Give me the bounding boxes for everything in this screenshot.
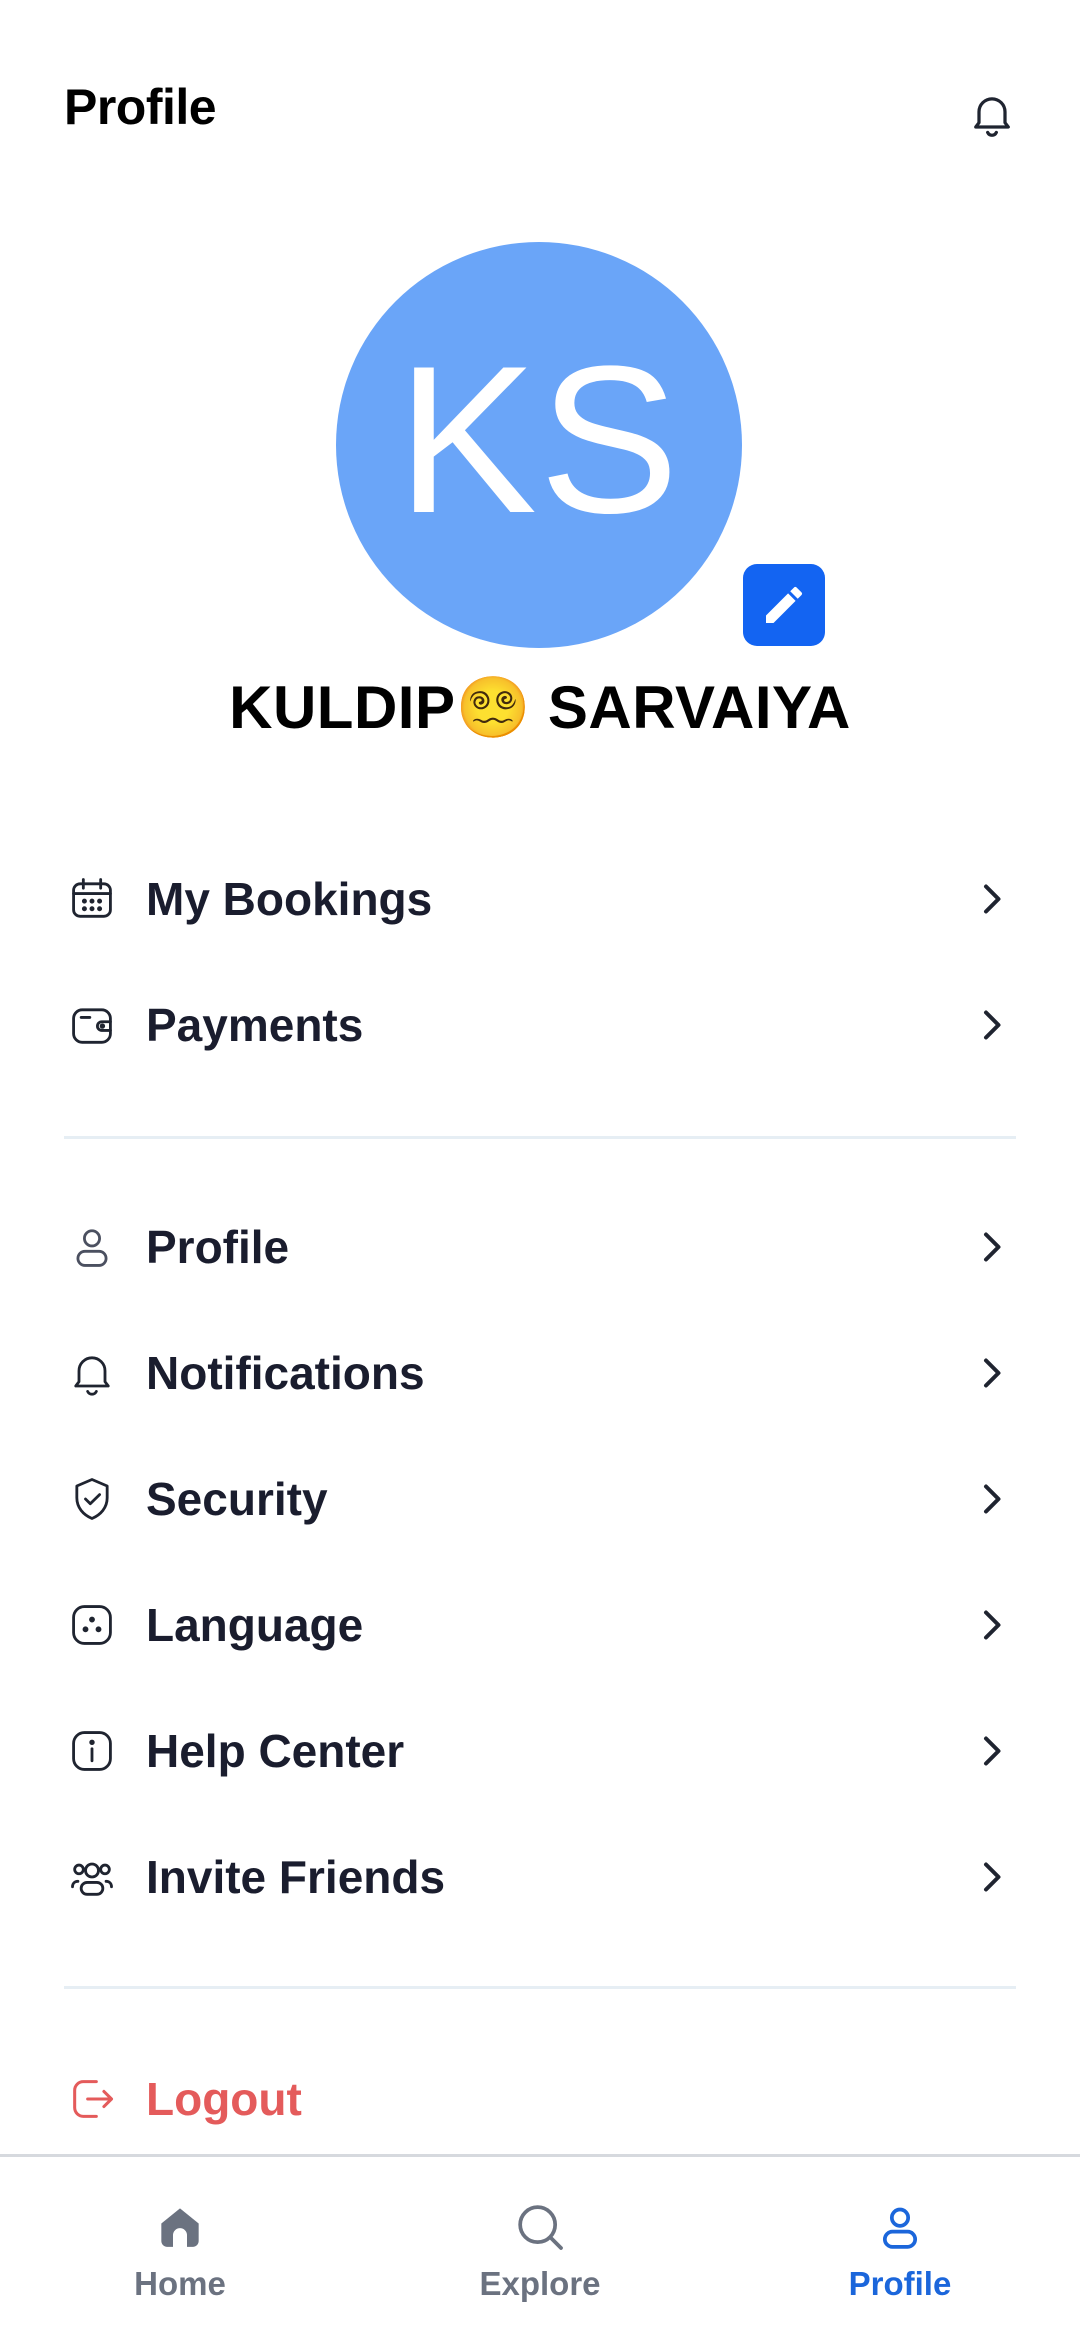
language-icon — [64, 1597, 120, 1653]
info-icon — [64, 1723, 120, 1779]
home-icon — [152, 2199, 208, 2255]
avatar[interactable]: KS — [336, 242, 742, 648]
user-name: KULDIP😵‍💫 SARVAIYA — [229, 674, 851, 741]
calendar-icon — [64, 871, 120, 927]
nav-label: Home — [134, 2265, 226, 2302]
menu-item-notifications[interactable]: Notifications — [0, 1310, 1080, 1436]
menu-item-help-center[interactable]: Help Center — [0, 1688, 1080, 1814]
nav-item-profile[interactable]: Profile — [720, 2157, 1080, 2340]
menu-label: Invite Friends — [146, 1851, 446, 1903]
menu-label: Language — [146, 1599, 364, 1651]
menu-label: Notifications — [146, 1347, 425, 1399]
logout-button[interactable]: Logout — [0, 2036, 1080, 2162]
menu-label: Payments — [146, 999, 364, 1051]
pencil-icon — [760, 581, 808, 629]
divider — [64, 1986, 1016, 1989]
user-icon — [64, 1219, 120, 1275]
nav-item-home[interactable]: Home — [0, 2157, 360, 2340]
nav-label: Profile — [848, 2265, 952, 2302]
menu-item-security[interactable]: Security — [0, 1436, 1080, 1562]
edit-avatar-button[interactable] — [743, 564, 825, 646]
bell-icon[interactable] — [966, 88, 1018, 140]
chevron-right-icon — [976, 1605, 1006, 1645]
divider — [64, 1136, 1016, 1139]
avatar-initials: KS — [396, 322, 682, 557]
user-icon — [872, 2199, 928, 2255]
bell-icon — [64, 1345, 120, 1401]
shield-check-icon — [64, 1471, 120, 1527]
bottom-nav: Home Explore Profile — [0, 2154, 1080, 2340]
profile-screen: Profile KS KULDIP😵‍💫 SARVAIYA — [0, 0, 1080, 2340]
chevron-right-icon — [976, 1227, 1006, 1267]
users-icon — [64, 1849, 120, 1905]
chevron-right-icon — [976, 1005, 1006, 1045]
chevron-right-icon — [976, 879, 1006, 919]
header: Profile — [0, 0, 1080, 220]
menu-item-payments[interactable]: Payments — [0, 962, 1080, 1088]
page-title: Profile — [64, 79, 217, 135]
menu-label: Profile — [146, 1221, 290, 1273]
nav-item-explore[interactable]: Explore — [360, 2157, 720, 2340]
nav-label: Explore — [479, 2265, 601, 2302]
search-icon — [512, 2199, 568, 2255]
menu-label: Security — [146, 1473, 328, 1525]
menu-item-profile[interactable]: Profile — [0, 1184, 1080, 1310]
chevron-right-icon — [976, 1731, 1006, 1771]
menu-item-my-bookings[interactable]: My Bookings — [0, 836, 1080, 962]
logout-label: Logout — [146, 2073, 302, 2125]
chevron-right-icon — [976, 1353, 1006, 1393]
chevron-right-icon — [976, 1857, 1006, 1897]
menu-item-invite-friends[interactable]: Invite Friends — [0, 1814, 1080, 1940]
menu-label: Help Center — [146, 1725, 405, 1777]
menu-item-language[interactable]: Language — [0, 1562, 1080, 1688]
menu-label: My Bookings — [146, 873, 433, 925]
logout-icon — [64, 2071, 120, 2127]
chevron-right-icon — [976, 1479, 1006, 1519]
wallet-icon — [64, 997, 120, 1053]
